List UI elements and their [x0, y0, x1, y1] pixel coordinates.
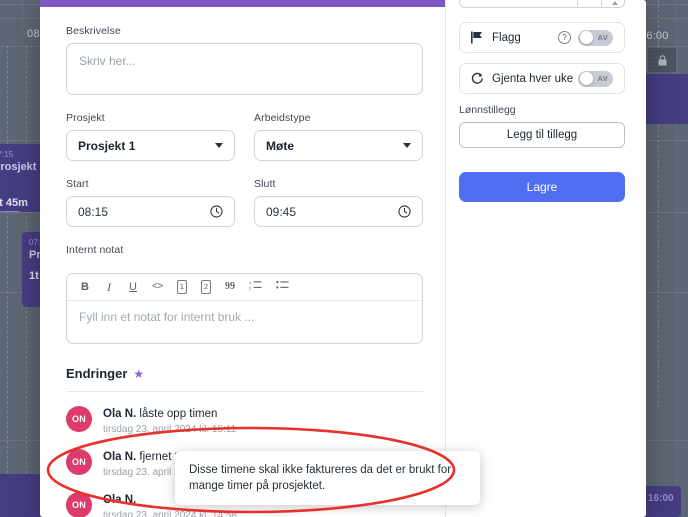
underline-icon[interactable]: U: [128, 280, 138, 294]
calendar-event[interactable]: 07:15 Prosjekt 1 1t 45m FAK: [0, 144, 42, 212]
flag-icon: [471, 31, 485, 44]
clock-icon: [398, 205, 411, 218]
description-input[interactable]: Skriv her...: [66, 43, 423, 95]
event-duration: 1t 45m: [0, 197, 28, 209]
start-field: Start 08:15: [66, 178, 235, 227]
save-button[interactable]: Lagre: [459, 172, 625, 202]
internal-note-field: Internt notat B I U <> 1 2 99 1 2: [66, 244, 420, 344]
worktype-field: Arbeidstype Møte: [254, 112, 423, 161]
quote-tooltip: Disse timene skal ikke faktureres da det…: [175, 451, 480, 505]
description-label: Beskrivelse: [66, 25, 420, 37]
save-button-wrap: Lagre: [459, 154, 625, 202]
start-label: Start: [66, 178, 235, 190]
end-label: Slutt: [254, 178, 423, 190]
worktype-select[interactable]: Møte: [254, 130, 423, 161]
avatar: ON: [66, 449, 92, 475]
event-time: 07:15: [0, 149, 35, 160]
salary-supplement-label: Lønnstillegg: [459, 104, 625, 116]
start-time-input[interactable]: 08:15: [66, 196, 235, 227]
top-input-field[interactable]: [459, 0, 577, 8]
clock-icon: [210, 205, 223, 218]
blockquote-icon[interactable]: 99: [225, 280, 235, 294]
calendar-event[interactable]: 16:00: [641, 486, 681, 517]
internal-note-label: Internt notat: [66, 244, 420, 256]
calendar-event-band[interactable]: [640, 74, 688, 124]
changes-divider: [66, 391, 423, 392]
worktype-value: Møte: [266, 139, 403, 153]
log-entry-body: Ola N. låste opp timen tirsdag 23. april…: [103, 406, 236, 435]
heading-1-icon[interactable]: 1: [177, 280, 187, 294]
time-entry-modal: Beskrivelse Skriv her... Prosjekt Prosje…: [40, 0, 646, 517]
list-item: ON Ola N. låste opp timen tirsdag 23. ap…: [66, 406, 420, 435]
bullet-list-icon[interactable]: [276, 280, 289, 294]
star-icon: ★: [133, 368, 144, 380]
internal-note-editor: B I U <> 1 2 99 1 2: [66, 273, 423, 344]
log-author: Ola N.: [103, 408, 136, 420]
start-time-value: 08:15: [78, 205, 210, 219]
toggle-knob: [580, 72, 593, 85]
screen: 08: 16:00 07:15 Prosjekt 1 1t 45mFAK 07:…: [0, 0, 688, 517]
avatar: ON: [66, 492, 92, 517]
svg-text:1: 1: [249, 280, 252, 285]
project-label: Prosjekt: [66, 112, 235, 124]
chevron-down-icon: [403, 143, 411, 148]
calendar-event-band[interactable]: [0, 474, 40, 517]
bold-icon[interactable]: B: [80, 280, 90, 294]
lock-icon: [658, 55, 667, 66]
toggle-state-label: AV: [598, 33, 608, 42]
project-worktype-row: Prosjekt Prosjekt 1 Arbeidstype Møte: [66, 112, 420, 161]
changes-header: Endringer ★: [66, 366, 420, 381]
top-segmented-input[interactable]: [459, 0, 625, 8]
log-timestamp: tirsdag 23. april 2024 kl. 14:58: [103, 510, 237, 517]
editor-toolbar: B I U <> 1 2 99 1 2: [67, 274, 422, 301]
project-field: Prosjekt Prosjekt 1: [66, 112, 235, 161]
code-icon[interactable]: <>: [152, 280, 163, 294]
worktype-label: Arbeidstype: [254, 112, 423, 124]
log-author: Ola N.: [103, 494, 136, 506]
modal-left-column: Beskrivelse Skriv her... Prosjekt Prosje…: [40, 7, 445, 517]
log-timestamp: tirsdag 23. april 2024 kl. 15:11: [103, 424, 236, 435]
calendar-dotted-line: [7, 46, 8, 517]
end-field: Slutt 09:45: [254, 178, 423, 227]
flag-label: Flagg: [492, 32, 558, 44]
project-value: Prosjekt 1: [78, 139, 215, 153]
log-author: Ola N.: [103, 451, 136, 463]
log-action: låste opp timen: [136, 408, 217, 420]
heading-2-icon[interactable]: 2: [201, 280, 211, 294]
top-input-segment[interactable]: [577, 0, 601, 8]
start-end-row: Start 08:15 Slutt 09:45: [66, 178, 420, 227]
internal-note-input[interactable]: Fyll inn et notat for internt bruk ...: [67, 301, 422, 343]
chevron-down-icon: [215, 143, 223, 148]
event-title: Prosjekt 1: [0, 160, 35, 190]
italic-icon[interactable]: I: [104, 280, 114, 294]
repeat-label: Gjenta hver uke: [492, 73, 578, 85]
repeat-row[interactable]: Gjenta hver uke AV: [459, 63, 625, 94]
project-select[interactable]: Prosjekt 1: [66, 130, 235, 161]
toggle-knob: [580, 31, 593, 44]
avatar: ON: [66, 406, 92, 432]
end-time-value: 09:45: [266, 205, 398, 219]
changes-title: Endringer: [66, 366, 127, 381]
event-badge: FAK: [0, 211, 21, 212]
flag-toggle[interactable]: AV: [578, 30, 613, 46]
ordered-list-icon[interactable]: 1 2: [249, 280, 262, 294]
toggle-state-label: AV: [598, 74, 608, 83]
salary-supplement-field: Lønnstillegg Legg til tillegg: [459, 104, 625, 148]
svg-text:2: 2: [249, 286, 252, 291]
end-time-input[interactable]: 09:45: [254, 196, 423, 227]
top-input-stepper[interactable]: [601, 0, 625, 8]
modal-right-column: Flagg ? AV Gjenta hver uke AV: [446, 0, 646, 517]
log-entry-text: Ola N. låste opp timen: [103, 407, 236, 422]
help-circle-icon[interactable]: ?: [558, 31, 571, 44]
flag-row[interactable]: Flagg ? AV: [459, 22, 625, 53]
locked-cell[interactable]: [648, 48, 676, 72]
modal-accent-bar: [40, 0, 446, 7]
add-supplement-button[interactable]: Legg til tillegg: [459, 122, 625, 148]
repeat-icon: [471, 72, 485, 85]
repeat-toggle[interactable]: AV: [578, 71, 613, 87]
event-time: 16:00: [648, 491, 674, 506]
